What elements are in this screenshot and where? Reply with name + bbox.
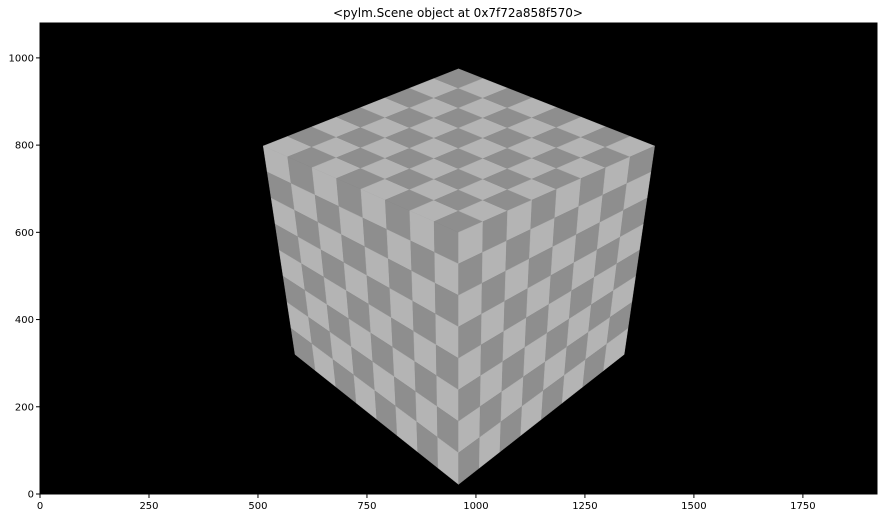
y-tick-label: 800 bbox=[15, 141, 34, 152]
x-tick-label: 1000 bbox=[463, 501, 488, 512]
y-axis: 0 200 400 600 800 1000 bbox=[9, 53, 40, 501]
x-tick-label: 1750 bbox=[790, 501, 815, 512]
y-tick-label: 0 bbox=[28, 490, 34, 501]
x-tick-label: 0 bbox=[37, 501, 43, 512]
figure: <pylm.Scene object at 0x7f72a858f570> 0 2… bbox=[9, 6, 878, 512]
y-tick-label: 200 bbox=[15, 402, 34, 413]
x-axis: 0 250 500 750 1000 1250 1500 1750 bbox=[37, 494, 816, 512]
x-tick-label: 500 bbox=[248, 501, 267, 512]
x-tick-label: 750 bbox=[357, 501, 376, 512]
x-tick-label: 1500 bbox=[681, 501, 706, 512]
x-tick-label: 250 bbox=[139, 501, 158, 512]
y-tick-label: 600 bbox=[15, 228, 34, 239]
x-tick-label: 1250 bbox=[572, 501, 597, 512]
chart-title: <pylm.Scene object at 0x7f72a858f570> bbox=[333, 6, 583, 20]
y-tick-label: 400 bbox=[15, 315, 34, 326]
y-tick-label: 1000 bbox=[9, 53, 34, 64]
